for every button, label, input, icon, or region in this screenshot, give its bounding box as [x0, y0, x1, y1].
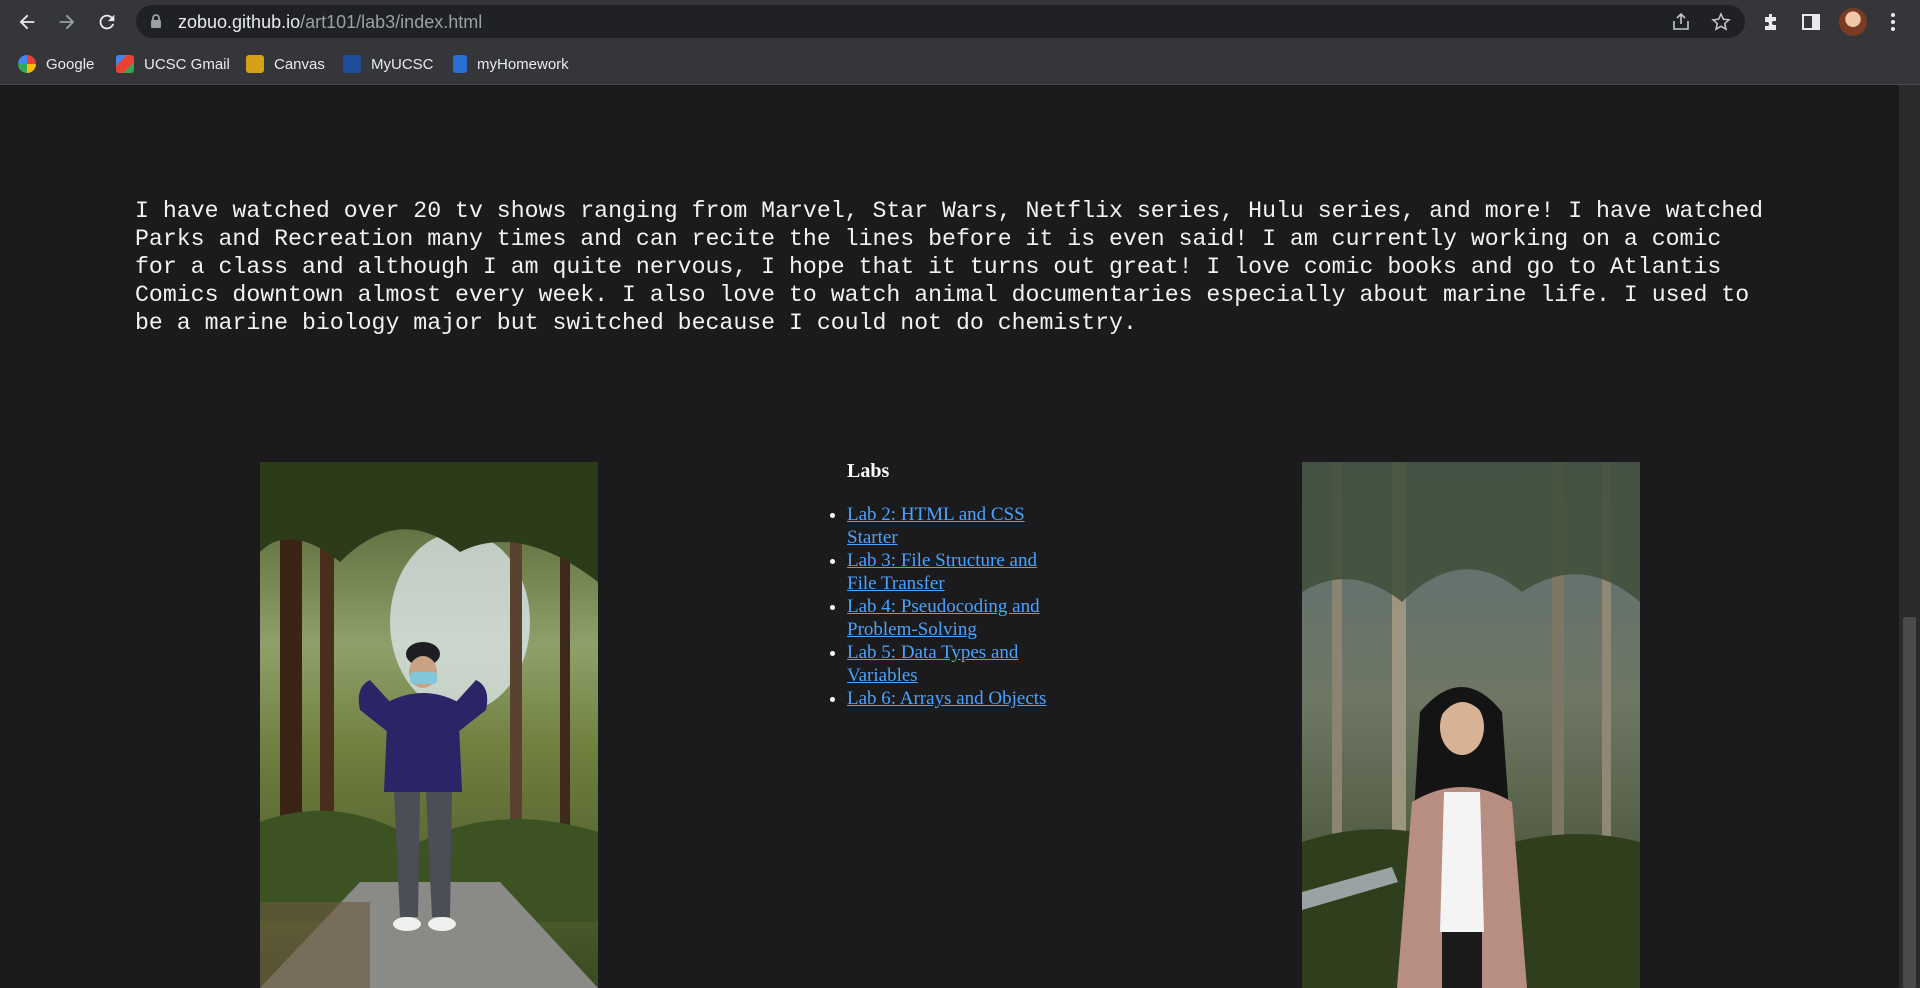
- list-item: Lab 3: File Structure and File Transfer: [847, 549, 1066, 595]
- url-domain: zobuo.github.io: [178, 12, 301, 32]
- forward-icon[interactable]: [52, 7, 82, 37]
- page-content: I have watched over 20 tv shows ranging …: [0, 85, 1899, 988]
- labs-nav: Labs Lab 2: HTML and CSS Starter Lab 3: …: [826, 460, 1066, 710]
- bookmark-label: MyUCSC: [371, 55, 434, 73]
- bookmark-canvas[interactable]: Canvas: [246, 52, 325, 76]
- lock-icon[interactable]: [150, 13, 162, 34]
- address-bar[interactable]: zobuo.github.io/art101/lab3/index.html: [136, 5, 1745, 38]
- menu-dots-icon[interactable]: [1880, 9, 1906, 35]
- back-icon[interactable]: [12, 7, 42, 37]
- bio-paragraph: I have watched over 20 tv shows ranging …: [135, 198, 1764, 336]
- profile-photo-left: [260, 462, 598, 988]
- myhomework-icon: [453, 55, 467, 73]
- profile-avatar[interactable]: [1839, 8, 1867, 36]
- lab-6-link[interactable]: Lab 6: Arrays and Objects: [847, 688, 1046, 709]
- page-scrollbar[interactable]: [1899, 85, 1920, 988]
- bookmark-label: myHomework: [477, 55, 569, 73]
- myucsc-icon: [343, 55, 361, 73]
- labs-heading: Labs: [847, 460, 890, 482]
- url-path: /art101/lab3/index.html: [300, 12, 483, 32]
- bookmark-myhomework[interactable]: myHomework: [453, 52, 569, 76]
- url-text[interactable]: zobuo.github.io/art101/lab3/index.html: [178, 12, 482, 33]
- bookmark-ucsc-gmail[interactable]: UCSC Gmail: [116, 52, 230, 76]
- reload-icon[interactable]: [92, 7, 122, 37]
- scrollbar-thumb[interactable]: [1903, 617, 1916, 988]
- google-icon: [18, 55, 36, 73]
- canvas-icon: [246, 55, 264, 73]
- list-item: Lab 6: Arrays and Objects: [847, 687, 1066, 710]
- lab-2-link[interactable]: Lab 2: HTML and CSS Starter: [847, 504, 1025, 548]
- gmail-icon: [116, 55, 134, 73]
- bookmark-google[interactable]: Google: [18, 52, 94, 76]
- profile-photo-right: [1302, 462, 1640, 988]
- list-item: Lab 4: Pseudocoding and Problem-Solving: [847, 595, 1066, 641]
- browser-toolbar: zobuo.github.io/art101/lab3/index.html: [0, 0, 1920, 43]
- bookmarks-bar: Google UCSC Gmail Canvas MyUCSC myHomewo…: [0, 43, 1920, 85]
- extensions-icon[interactable]: [1758, 9, 1784, 35]
- list-item: Lab 2: HTML and CSS Starter: [847, 503, 1066, 549]
- star-icon[interactable]: [1709, 10, 1733, 34]
- bookmark-label: Google: [46, 55, 95, 73]
- bookmark-label: UCSC Gmail: [144, 55, 230, 73]
- bookmark-myucsc[interactable]: MyUCSC: [343, 52, 434, 76]
- share-icon[interactable]: [1669, 10, 1693, 34]
- list-item: Lab 5: Data Types and Variables: [847, 641, 1066, 687]
- bookmark-label: Canvas: [274, 55, 325, 73]
- labs-list: Lab 2: HTML and CSS Starter Lab 3: File …: [826, 503, 1066, 710]
- side-panel-icon[interactable]: [1798, 9, 1824, 35]
- lab-4-link[interactable]: Lab 4: Pseudocoding and Problem-Solving: [847, 596, 1040, 640]
- lab-5-link[interactable]: Lab 5: Data Types and Variables: [847, 642, 1018, 686]
- lab-3-link[interactable]: Lab 3: File Structure and File Transfer: [847, 550, 1037, 594]
